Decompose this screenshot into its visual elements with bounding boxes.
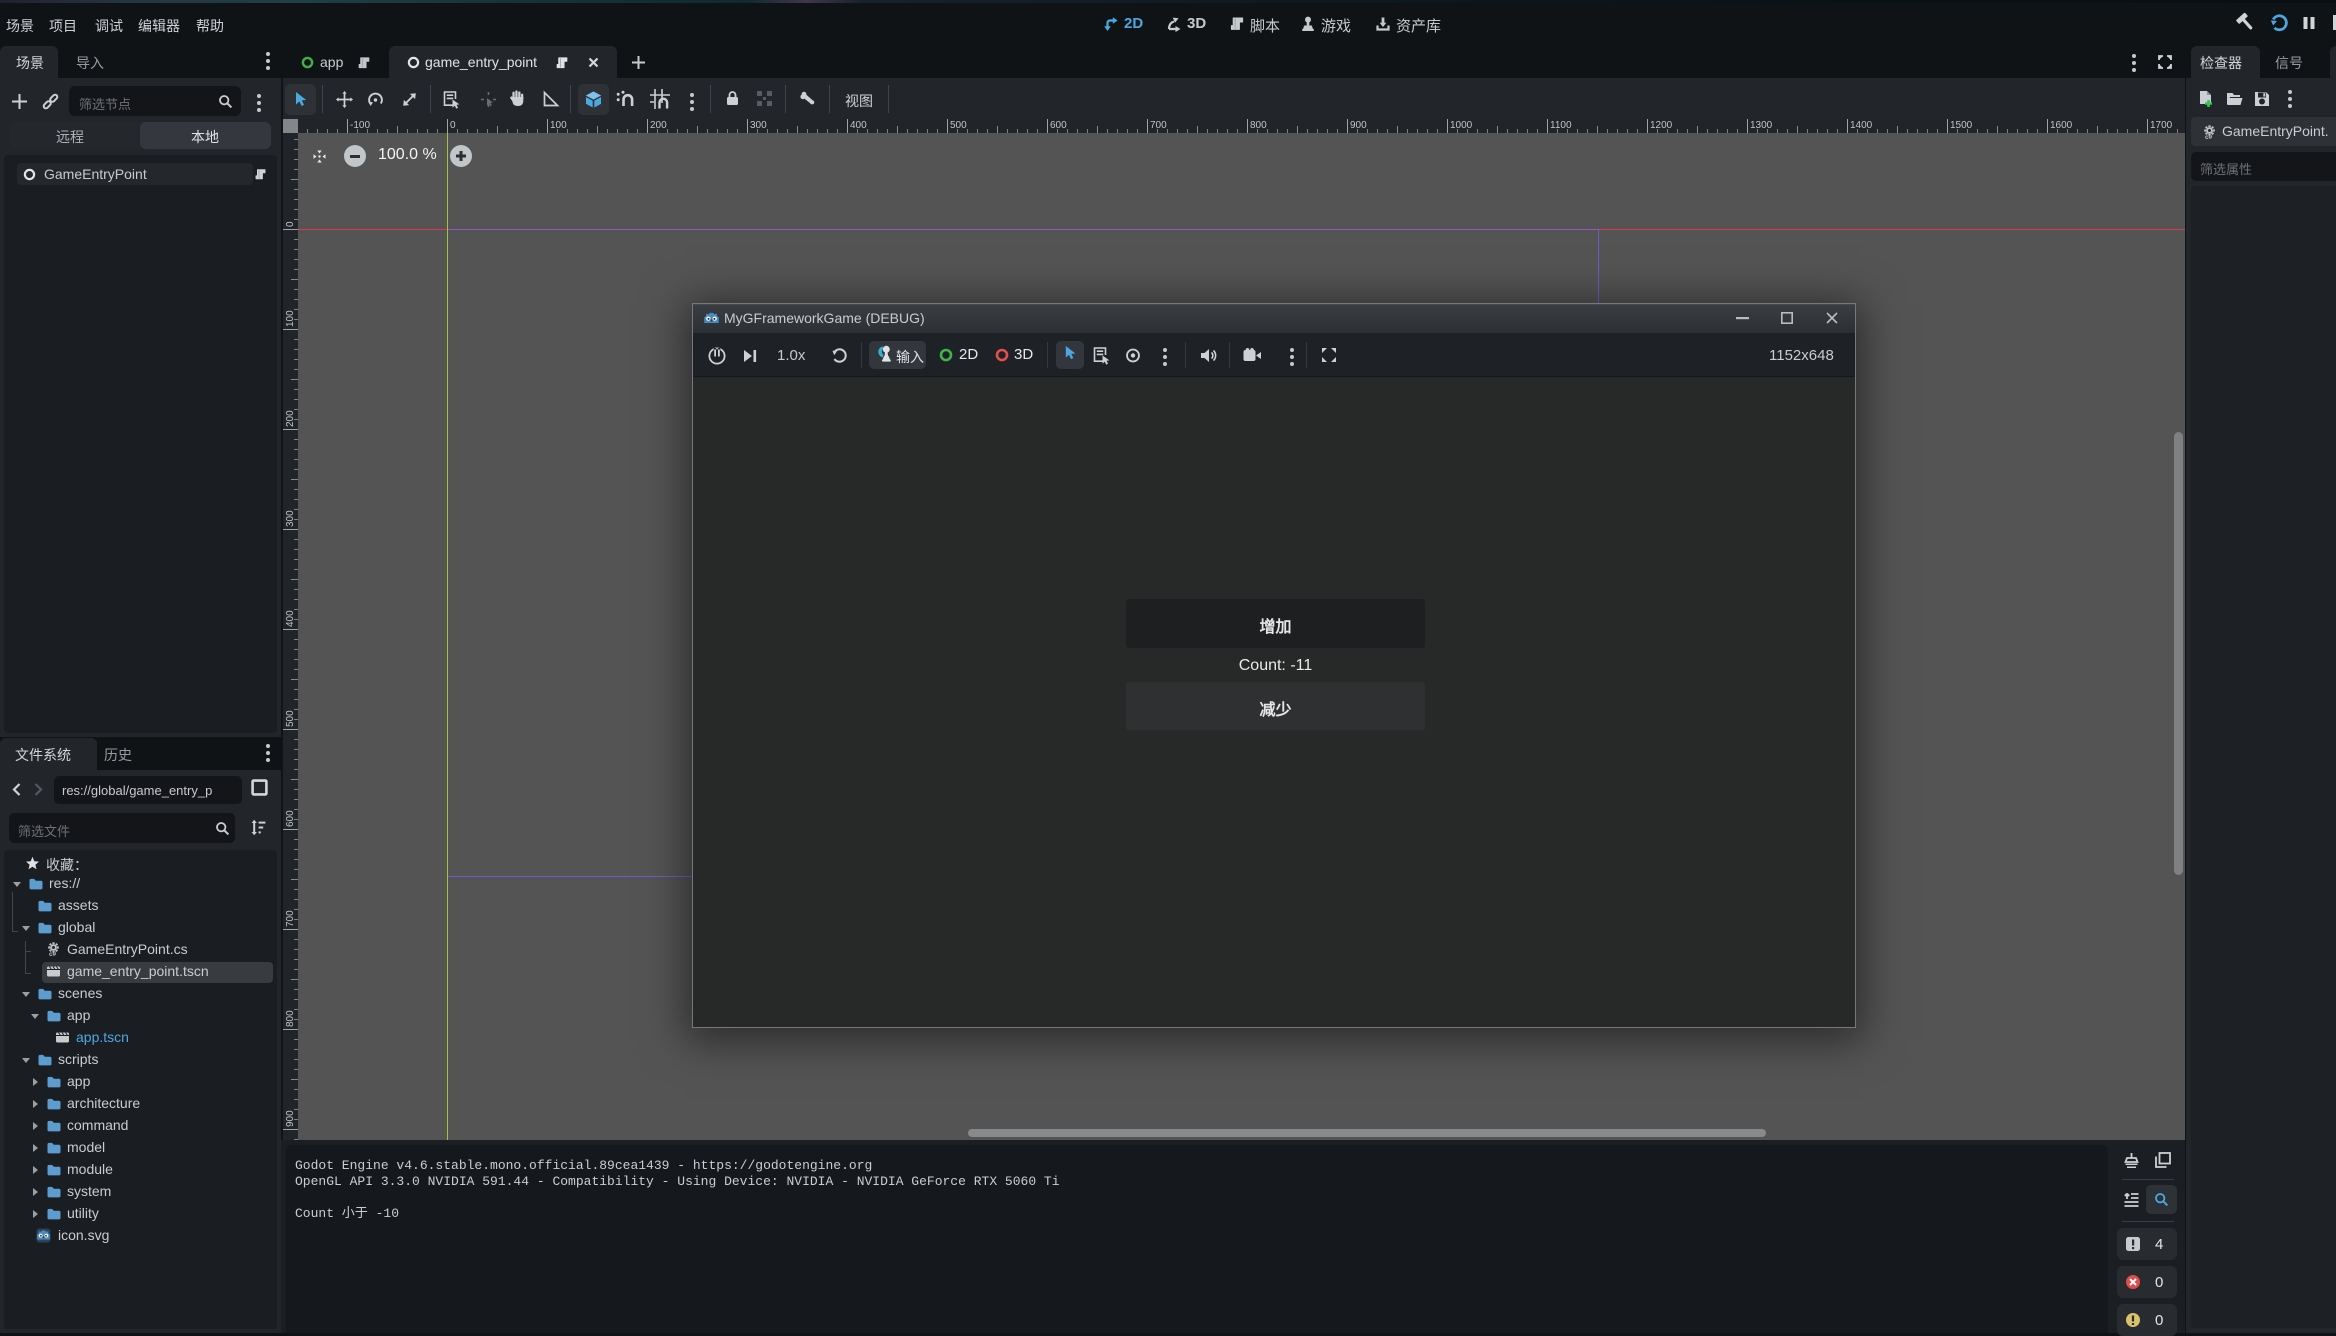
svg-text:c#: c# (49, 951, 57, 958)
svg-text:c#: c# (2205, 134, 2213, 141)
